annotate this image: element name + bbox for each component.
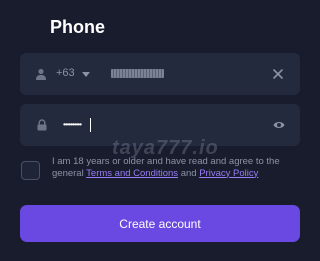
- agreement-connector: and: [180, 167, 197, 179]
- phone-number-input[interactable]: [111, 69, 164, 78]
- phone-field[interactable]: +63: [20, 53, 300, 95]
- terms-link[interactable]: Terms and Conditions: [86, 168, 178, 179]
- privacy-link[interactable]: Privacy Policy: [199, 168, 258, 179]
- agreement-checkbox[interactable]: [21, 161, 40, 180]
- password-input[interactable]: ••••••••••: [63, 118, 82, 132]
- agreement-text: I am 18 years or older and have read and…: [52, 156, 302, 179]
- close-icon[interactable]: [273, 69, 283, 79]
- user-icon: [36, 68, 46, 80]
- lock-icon: [37, 119, 47, 131]
- country-code[interactable]: +63: [56, 67, 75, 79]
- create-account-button[interactable]: Create account: [20, 205, 300, 242]
- text-cursor: [90, 118, 91, 132]
- page-title: Phone: [50, 17, 106, 37]
- eye-icon[interactable]: [273, 120, 285, 130]
- chevron-down-icon[interactable]: [82, 72, 90, 78]
